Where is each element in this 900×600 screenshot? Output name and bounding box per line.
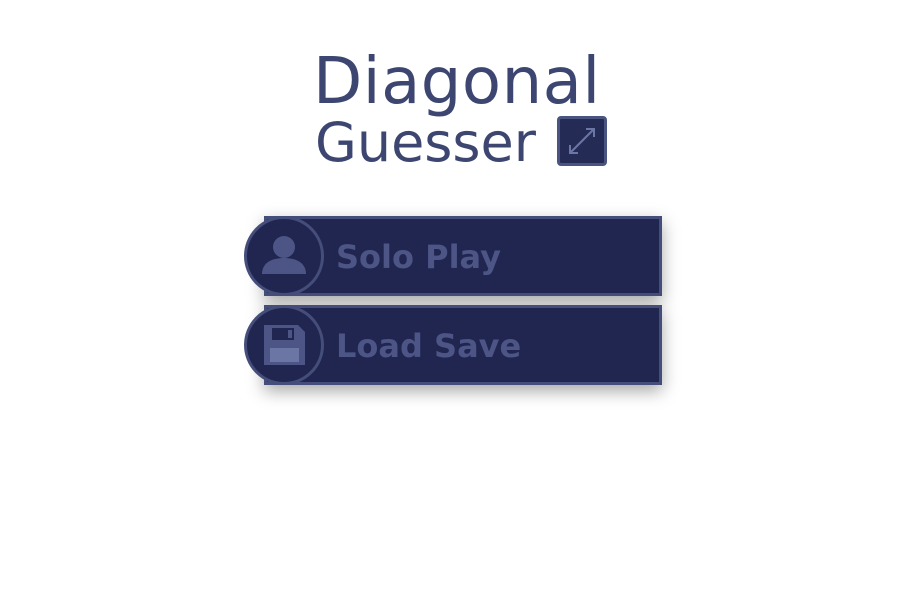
solo-play-label[interactable]: Solo Play (336, 238, 501, 276)
solo-play-icon-circle[interactable] (244, 216, 324, 296)
floppy-disk-icon (264, 325, 305, 365)
game-logo: Diagonal Guesser (313, 46, 623, 176)
main-menu: Solo Play Load Save (244, 216, 666, 394)
load-save-icon-circle[interactable] (244, 305, 324, 385)
load-save-label[interactable]: Load Save (336, 327, 521, 365)
diagonal-arrow-icon (557, 116, 607, 166)
diagonal-arrow-icon-svg (569, 128, 595, 154)
logo-title-line1: Diagonal (313, 45, 601, 119)
logo-title-line2: Guesser (315, 111, 536, 174)
person-icon (262, 236, 306, 274)
solo-play-button[interactable]: Solo Play (244, 216, 664, 298)
load-save-button[interactable]: Load Save (244, 305, 664, 387)
